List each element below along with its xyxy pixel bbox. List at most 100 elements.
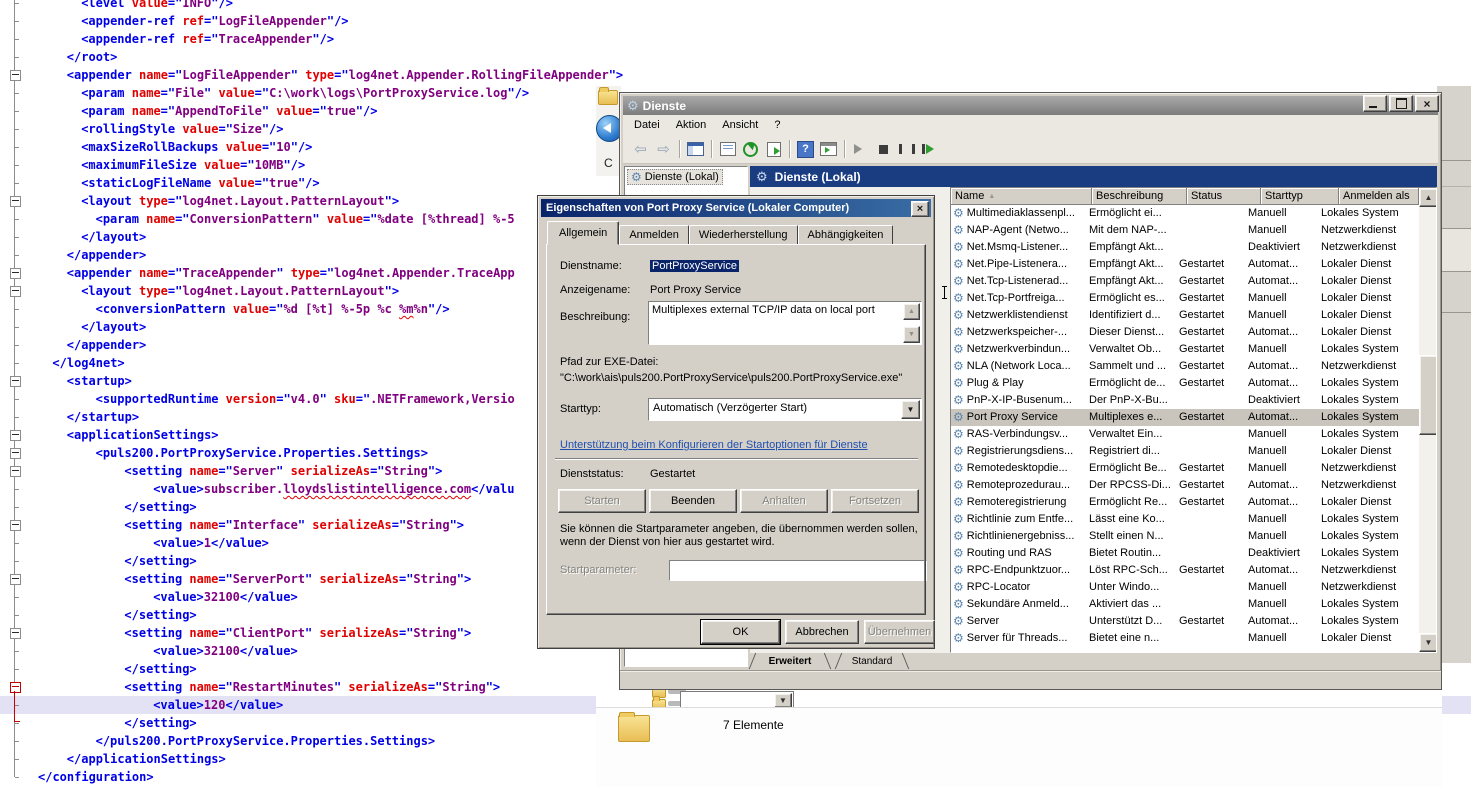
table-row[interactable]: Routing und RASBietet Routin...Deaktivie… — [951, 545, 1419, 562]
code-token: </value> — [240, 644, 298, 658]
vertical-scrollbar[interactable]: ▲ ▼ — [1419, 188, 1436, 652]
table-row[interactable]: RemoteregistrierungErmöglicht Re...Gesta… — [951, 494, 1419, 511]
table-row[interactable]: Net.Tcp-Listenerad...Empfängt Akt...Gest… — [951, 273, 1419, 290]
table-row[interactable]: Net.Msmq-Listener...Empfängt Akt...Deakt… — [951, 239, 1419, 256]
table-row[interactable]: Netzwerkspeicher-...Dieser Dienst...Gest… — [951, 324, 1419, 341]
column-header-starttyp[interactable]: Starttyp — [1261, 188, 1339, 205]
service-name-cell: Routing und RAS — [951, 545, 1085, 562]
column-header-beschreibung[interactable]: Beschreibung — [1092, 188, 1187, 205]
code-token: log4net.Layout.PatternLayout — [182, 284, 384, 298]
export-list-button[interactable] — [762, 138, 785, 160]
minimize-button[interactable] — [1363, 95, 1387, 112]
apply-button[interactable]: Übernehmen — [864, 620, 935, 644]
refresh-button[interactable] — [739, 138, 762, 160]
maximize-button[interactable] — [1389, 95, 1413, 112]
tree-item-dienste-lokal[interactable]: Dienste (Lokal) — [627, 169, 723, 185]
help-button[interactable]: ? — [794, 138, 817, 160]
restart-service-button[interactable] — [918, 138, 941, 160]
cancel-button[interactable]: Abbrechen — [785, 620, 859, 644]
dialog-close-button[interactable]: × — [911, 201, 929, 217]
close-button[interactable]: × — [1415, 95, 1439, 112]
start-service-button[interactable] — [849, 138, 872, 160]
tab-erweitert[interactable]: Erweitert — [750, 654, 830, 669]
refresh-icon — [743, 142, 758, 157]
pause-service-button[interactable] — [895, 138, 918, 160]
code-token: "> — [609, 68, 623, 82]
code-token: lloydslistintelligence.com — [283, 482, 471, 496]
scrollbar-thumb[interactable] — [1419, 355, 1437, 435]
code-token: TraceAppender — [218, 32, 312, 46]
table-row[interactable]: PnP-X-IP-Busenum...Der PnP-X-Bu...Deakti… — [951, 392, 1419, 409]
table-row[interactable]: RPC-Endpunktzuor...Löst RPC-Sch...Gestar… — [951, 562, 1419, 579]
chevron-down-icon[interactable]: ▼ — [774, 693, 792, 708]
table-row[interactable]: Richtlinienergebniss...Stellt einen N...… — [951, 528, 1419, 545]
menu-datei[interactable]: Datei — [627, 117, 667, 133]
column-header-anmelden-als[interactable]: Anmelden als — [1339, 188, 1419, 205]
service-cell: Verwaltet Ob... — [1085, 341, 1175, 358]
table-row[interactable]: NLA (Network Loca...Sammelt und ...Gesta… — [951, 358, 1419, 375]
service-cell: Netzwerkdienst — [1317, 579, 1419, 596]
tab-allgemein[interactable]: Allgemein — [547, 221, 619, 245]
table-row[interactable]: Registrierungsdiens...Registriert di...M… — [951, 443, 1419, 460]
table-row[interactable]: NetzwerklistendienstIdentifiziert d...Ge… — [951, 307, 1419, 324]
forward-arrow-button[interactable]: ⇨ — [652, 138, 675, 160]
table-row[interactable]: Net.Tcp-Portfreiga...Ermöglicht es...Ges… — [951, 290, 1419, 307]
code-token: " — [320, 392, 334, 406]
table-row[interactable]: Port Proxy ServiceMultiplexes e...Gestar… — [951, 409, 1419, 426]
dialog-titlebar[interactable]: Eigenschaften von Port Proxy Service (Lo… — [541, 199, 931, 217]
table-row[interactable]: Plug & PlayErmöglicht de...GestartetAuto… — [951, 375, 1419, 392]
table-row[interactable]: Sekundäre Anmeld...Aktiviert das ...Manu… — [951, 596, 1419, 613]
fold-toggle-icon[interactable] — [10, 574, 21, 585]
table-row[interactable]: Netzwerkverbindun...Verwaltet Ob...Gesta… — [951, 341, 1419, 358]
table-row[interactable]: RPC-LocatorUnter Windo...ManuellNetzwerk… — [951, 579, 1419, 596]
tab-wiederherstellung[interactable]: Wiederherstellung — [689, 225, 798, 245]
ok-button[interactable]: OK — [701, 620, 780, 644]
fold-toggle-icon[interactable] — [10, 448, 21, 459]
fold-toggle-icon[interactable] — [10, 376, 21, 387]
menu-ansicht[interactable]: Ansicht — [715, 117, 765, 133]
fold-toggle-icon[interactable] — [10, 196, 21, 207]
properties-icon — [720, 142, 736, 156]
table-row[interactable]: RAS-Verbindungsv...Verwaltet Ein...Manue… — [951, 426, 1419, 443]
service-cell: Automat... — [1244, 613, 1317, 630]
service-name: Server für Threads... — [967, 630, 1068, 647]
column-header-status[interactable]: Status — [1187, 188, 1261, 205]
tab-abhaengigkeiten[interactable]: Abhängigkeiten — [798, 225, 894, 245]
fold-toggle-icon[interactable] — [10, 286, 21, 297]
table-row[interactable]: NAP-Agent (Netwo...Mit dem NAP-...Manuel… — [951, 222, 1419, 239]
menu-help[interactable]: ? — [767, 117, 787, 133]
table-row[interactable]: Server für Threads...Bietet eine n...Man… — [951, 630, 1419, 647]
fold-toggle-icon[interactable] — [10, 520, 21, 531]
table-row[interactable]: ServerUnterstützt D...GestartetAutomat..… — [951, 613, 1419, 630]
service-cell: Gestartet — [1175, 460, 1244, 477]
scroll-down-icon[interactable]: ▼ — [1419, 633, 1437, 652]
fold-toggle-icon[interactable] — [10, 628, 21, 639]
fold-toggle-icon[interactable] — [10, 466, 21, 477]
stop-service-button[interactable] — [872, 138, 895, 160]
table-row[interactable]: Remoteprozedurau...Der RPCSS-Di...Gestar… — [951, 477, 1419, 494]
tab-anmelden[interactable]: Anmelden — [619, 225, 689, 245]
table-row[interactable]: Richtlinie zum Entfe...Lässt eine Ko...M… — [951, 511, 1419, 528]
fold-tick — [15, 3, 19, 4]
code-line: <appender-ref ref="LogFileAppender"/> — [30, 12, 1471, 30]
toolbar-separator — [679, 140, 680, 158]
menu-aktion[interactable]: Aktion — [669, 117, 714, 133]
fold-toggle-icon[interactable] — [10, 268, 21, 279]
show-window-button[interactable] — [817, 138, 840, 160]
service-cell: Lokales System — [1317, 409, 1419, 426]
code-token: ConversionPattern — [190, 212, 313, 226]
service-cell: Gestartet — [1175, 409, 1244, 426]
titlebar[interactable]: Dienste — [623, 96, 1438, 115]
table-row[interactable]: Multimediaklassenpl...Ermöglicht ei...Ma… — [951, 205, 1419, 222]
scroll-up-icon[interactable]: ▲ — [1419, 188, 1437, 207]
table-row[interactable]: Remotedesktopdie...Ermöglicht Be...Gesta… — [951, 460, 1419, 477]
back-arrow-button[interactable]: ⇦ — [629, 138, 652, 160]
fold-toggle-icon[interactable] — [10, 70, 21, 81]
service-name-cell: Remoteprozedurau... — [951, 477, 1085, 494]
tab-standard[interactable]: Standard — [836, 654, 908, 669]
column-header-name[interactable]: Name — [951, 188, 1092, 205]
fold-toggle-icon[interactable] — [10, 430, 21, 441]
console-tree-button[interactable] — [684, 138, 707, 160]
properties-button[interactable] — [716, 138, 739, 160]
table-row[interactable]: Net.Pipe-Listenera...Empfängt Akt...Gest… — [951, 256, 1419, 273]
